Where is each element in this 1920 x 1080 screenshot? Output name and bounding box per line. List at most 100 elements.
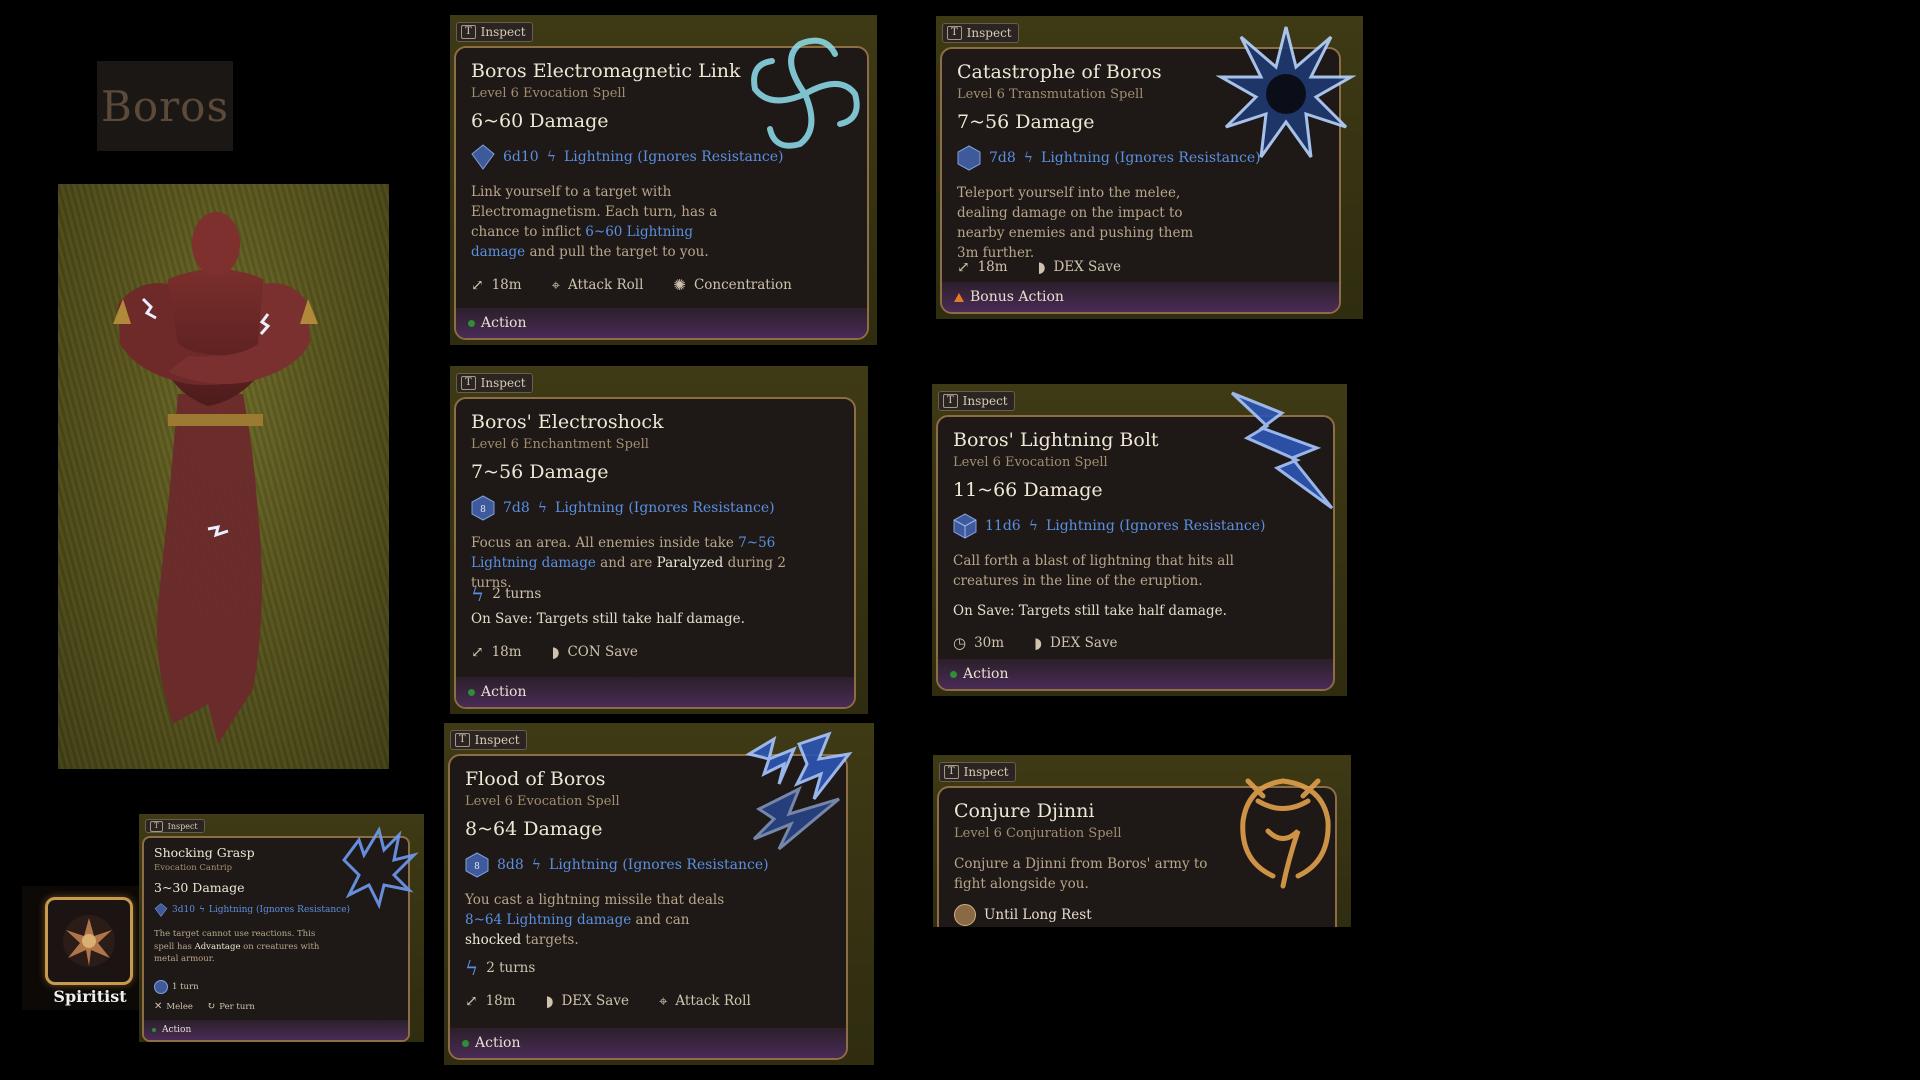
spell-description: The target cannot use reactions. This sp… (154, 929, 320, 964)
spell-card-catastrophe: T Inspect Catastrophe of Boros Level 6 T… (936, 16, 1363, 319)
range-value: 18m (977, 259, 1008, 275)
damage-type: Lightning (Ignores Resistance) (1045, 518, 1266, 534)
action-dot-icon (950, 670, 957, 678)
action-cost-label: Action (481, 315, 527, 331)
inspect-key: T (150, 820, 163, 832)
on-save-text: On Save: Targets still take half damage. (471, 611, 745, 627)
spell-stats: ⤢ 18m ⌖ Attack Roll ✺ Concentration (471, 276, 792, 294)
djinni-summon-art (1240, 778, 1331, 889)
spell-title: Boros' Lightning Bolt (953, 429, 1159, 451)
action-dot-icon (468, 688, 475, 696)
save-label: CON Save (567, 644, 638, 660)
inspect-button[interactable]: T Inspect (456, 22, 533, 42)
spell-stats: ✕ Melee ↻ Per turn (154, 1001, 255, 1012)
action-cost-label: Action (162, 1025, 192, 1035)
d8-die-icon: 8 (465, 852, 489, 878)
spell-damage: 7~56 Damage (471, 461, 609, 483)
action-cost-bar: Action (450, 1028, 846, 1058)
character-name: Boros (100, 81, 230, 131)
shocking-grasp-art (342, 826, 419, 910)
action-cost-label: Bonus Action (970, 289, 1064, 305)
inspect-key: T (944, 765, 959, 779)
action-cost-label: Action (963, 666, 1009, 682)
action-cost-bar: Action (456, 308, 867, 338)
dice-text: 7d8 (989, 150, 1016, 166)
concentration-icon: ✺ (673, 276, 686, 294)
character-nameplate: Boros (97, 61, 233, 151)
inspect-key: T (461, 25, 476, 39)
action-dot-icon (152, 1028, 156, 1032)
inspect-key: T (461, 376, 476, 390)
spell-title: Flood of Boros (465, 768, 606, 790)
spell-damage: 11~66 Damage (953, 479, 1103, 501)
melee-label: Melee (166, 1001, 193, 1012)
spell-damage: 7~56 Damage (957, 111, 1095, 133)
inspect-button[interactable]: T Inspect (942, 23, 1019, 43)
spiritist-icon (63, 915, 115, 967)
spell-title: Boros' Electroshock (471, 411, 664, 433)
inspect-button[interactable]: T Inspect (145, 819, 205, 833)
spiritist-frame (45, 897, 133, 985)
attack-roll-label: Attack Roll (568, 277, 644, 293)
spell-damage: 8~64 Damage (465, 818, 603, 840)
damage-dice-row: 6d10 ϟ Lightning (Ignores Resistance) (471, 144, 784, 170)
action-cost-bar: Action (456, 677, 854, 707)
inspect-button[interactable]: T Inspect (456, 373, 533, 393)
inspect-button[interactable]: T Inspect (939, 762, 1016, 782)
spell-title: Catastrophe of Boros (957, 61, 1162, 83)
flood-lightning-art (745, 731, 853, 851)
d6-die-icon (953, 513, 977, 539)
lightning-icon: ϟ (198, 905, 205, 915)
spell-damage: 3~30 Damage (154, 880, 245, 895)
dice-text: 8d8 (497, 857, 524, 873)
lightning-icon: ϟ (531, 857, 542, 873)
genie-figure-image (113, 212, 318, 744)
range-value: 18m (485, 993, 516, 1009)
spell-card-lightning-bolt: T Inspect Boros' Lightning Bolt Level 6 … (932, 384, 1347, 696)
duration-value: Until Long Rest (984, 907, 1092, 923)
duration-value: 2 turns (486, 960, 536, 976)
spell-card-shocking-grasp: T Inspect Shocking Grasp Evocation Cantr… (139, 814, 424, 1042)
spell-subtitle: Level 6 Enchantment Spell (471, 437, 649, 452)
range-value: 30m (974, 635, 1005, 651)
inspect-button[interactable]: T Inspect (938, 391, 1015, 411)
lightning-icon: ϟ (537, 500, 548, 516)
spiritist-portrait[interactable]: Spiritist (22, 886, 142, 1010)
d8-die-icon: 8 (471, 495, 495, 521)
damage-dice-row: 3d10 ϟ Lightning (Ignores Resistance) (154, 902, 350, 918)
spell-title: Conjure Djinni (954, 800, 1095, 822)
action-cost-bar: Action (938, 659, 1333, 689)
spell-stats: ⤢ 18m ◗ DEX Save (957, 258, 1121, 276)
saving-throw-icon: ◗ (1037, 258, 1046, 276)
spell-card-electroshock: T Inspect Boros' Electroshock Level 6 En… (450, 366, 868, 714)
d10-die-icon (471, 144, 495, 170)
lightning-bolt-art (1230, 391, 1334, 510)
per-turn-label: Per turn (219, 1001, 255, 1012)
svg-text:8: 8 (474, 862, 480, 872)
damage-dice-row: 11d6 ϟ Lightning (Ignores Resistance) (953, 513, 1266, 539)
radius-icon: ◷ (953, 634, 967, 652)
spiritist-label: Spiritist (53, 987, 127, 1006)
long-rest-icon (954, 904, 976, 926)
spell-card-flood: T Inspect Flood of Boros Level 6 Evocati… (444, 723, 874, 1065)
saving-throw-icon: ◗ (1034, 634, 1042, 652)
action-dot-icon (468, 319, 475, 327)
range-icon: ⤢ (471, 643, 484, 661)
on-save-text: On Save: Targets still take half damage. (953, 603, 1227, 619)
bonus-action-triangle-icon (954, 292, 964, 302)
spell-description: Conjure a Djinni from Boros' army to fig… (954, 856, 1208, 892)
inspect-label: Inspect (962, 394, 1008, 408)
spell-description: Teleport yourself into the melee, dealin… (957, 185, 1194, 261)
damage-dice-row: 8 7d8 ϟ Lightning (Ignores Resistance) (471, 495, 775, 521)
duration-row: ϟ 2 turns (471, 582, 541, 606)
inspect-label: Inspect (966, 26, 1012, 40)
lightning-icon: ϟ (1023, 150, 1034, 166)
inspect-label: Inspect (963, 765, 1009, 779)
duration-row: 1 turn (154, 980, 199, 994)
inspect-button[interactable]: T Inspect (450, 730, 527, 750)
spell-subtitle: Level 6 Evocation Spell (471, 86, 626, 101)
lightning-icon: ϟ (546, 149, 556, 165)
spell-subtitle: Level 6 Evocation Spell (953, 455, 1108, 470)
lightning-status-icon: ϟ (465, 956, 479, 980)
svg-text:8: 8 (480, 505, 486, 515)
